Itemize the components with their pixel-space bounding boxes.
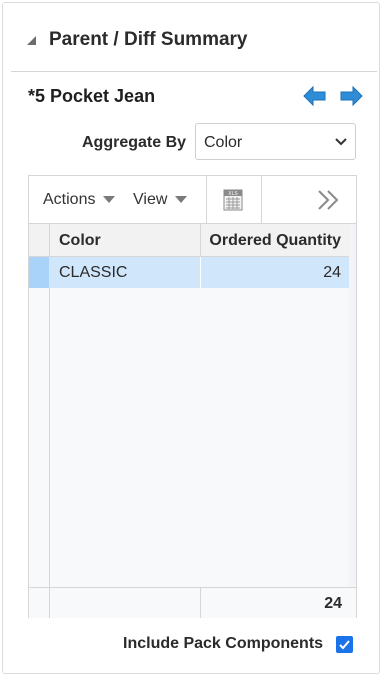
column-separator <box>200 257 201 288</box>
include-pack-components-label: Include Pack Components <box>123 635 324 652</box>
actions-label: Actions <box>43 191 96 208</box>
footer-total-ordered-quantity: 24 <box>324 595 342 612</box>
arrow-right-icon[interactable] <box>339 85 363 107</box>
table-footer: 24 <box>29 587 356 618</box>
table-header: Color Ordered Quantity <box>29 224 349 257</box>
panel-title: Parent / Diff Summary <box>49 29 248 50</box>
cell-ordered-quantity: 24 <box>323 264 341 281</box>
header-divider <box>11 71 377 72</box>
collapse-triangle-icon[interactable] <box>27 36 36 45</box>
caret-down-icon <box>103 196 116 204</box>
toolbar-separator <box>261 176 262 223</box>
cell-color: CLASSIC <box>59 264 128 281</box>
xls-export-icon[interactable]: XLS <box>222 189 244 211</box>
row-header-cell[interactable] <box>29 257 49 288</box>
toolbar-separator <box>206 176 207 223</box>
item-title: *5 Pocket Jean <box>28 86 156 106</box>
caret-down-icon <box>175 196 188 204</box>
view-label: View <box>133 191 168 208</box>
grid-toolbar: Actions View XLS <box>29 176 356 224</box>
checkmark-icon <box>339 640 350 650</box>
column-header-ordered-quantity[interactable]: Ordered Quantity <box>209 232 341 250</box>
chevron-down-icon <box>335 138 347 146</box>
aggregate-by-select[interactable]: Color <box>195 123 356 160</box>
double-chevron-right-icon[interactable] <box>316 189 342 211</box>
column-header-color[interactable]: Color <box>59 232 101 250</box>
summary-grid: Actions View XLS Color Ordered Quantity … <box>28 175 357 618</box>
aggregate-by-label: Aggregate By <box>82 134 187 151</box>
column-separator <box>200 588 201 618</box>
arrow-left-icon[interactable] <box>303 85 327 107</box>
column-separator <box>49 588 50 618</box>
svg-text:XLS: XLS <box>228 191 238 197</box>
aggregate-by-value: Color <box>204 134 243 151</box>
vertical-scrollbar-track[interactable] <box>349 224 356 588</box>
table-row[interactable]: CLASSIC 24 <box>29 257 349 288</box>
panel-header[interactable]: Parent / Diff Summary <box>3 3 379 71</box>
actions-menu[interactable]: Actions <box>43 191 116 209</box>
column-separator <box>200 224 201 256</box>
view-menu[interactable]: View <box>133 191 188 209</box>
include-pack-components-checkbox[interactable] <box>336 636 353 653</box>
